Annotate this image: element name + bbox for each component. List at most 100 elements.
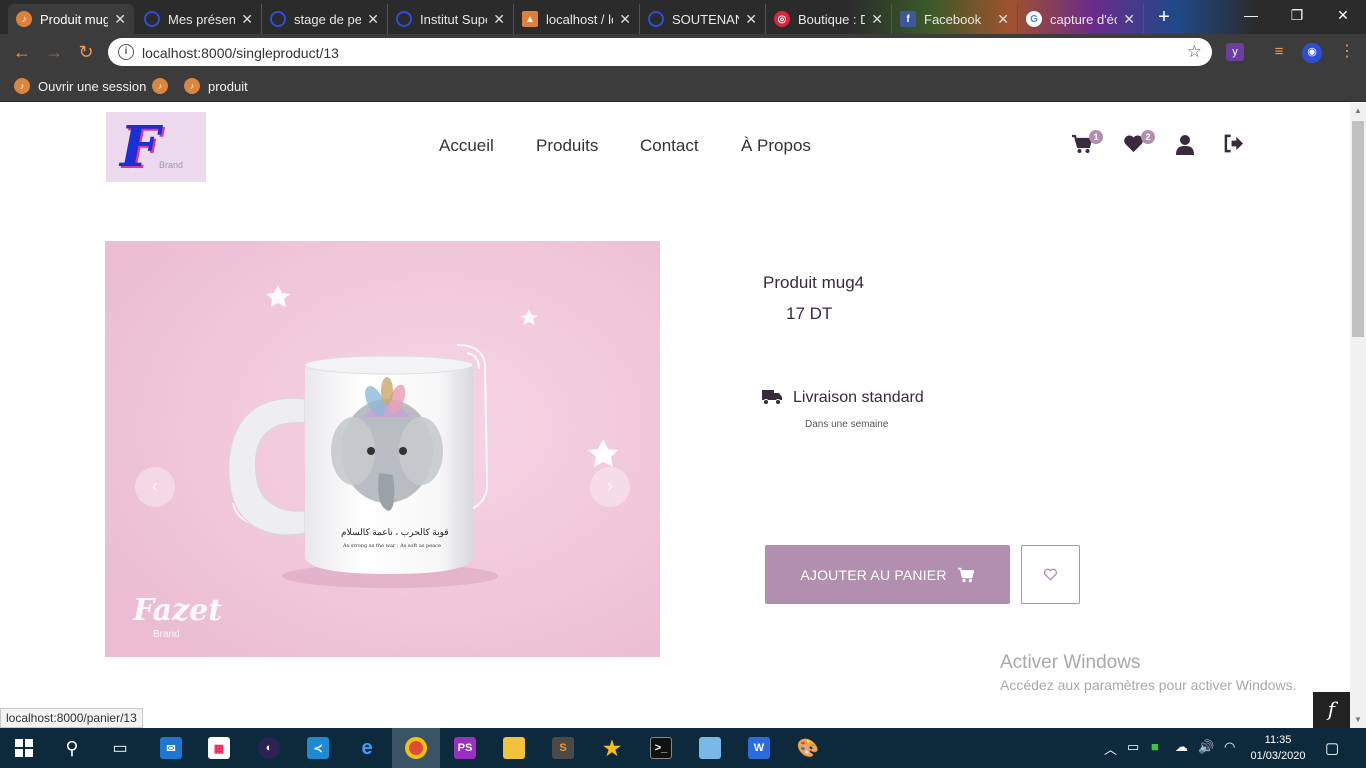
close-icon[interactable]: ✕	[367, 11, 379, 28]
address-url[interactable]: localhost:8000/singleproduct/13	[142, 45, 339, 61]
close-icon[interactable]: ✕	[745, 11, 757, 28]
phpmyadmin-favicon-icon: ▲	[522, 11, 538, 27]
new-tab-button[interactable]: +	[1152, 6, 1176, 30]
reload-icon[interactable]: ↻	[74, 40, 98, 64]
forward-arrow-icon[interactable]: →	[42, 40, 66, 64]
close-icon[interactable]: ✕	[871, 11, 883, 28]
nav-a-propos[interactable]: À Propos	[741, 136, 811, 156]
tab-soutenance[interactable]: SOUTENANCE ✕	[640, 4, 766, 34]
taskbar-paint[interactable]: 🎨	[784, 728, 832, 768]
nav-accueil[interactable]: Accueil	[439, 136, 494, 156]
notification-icon[interactable]: ▢	[1325, 739, 1339, 757]
close-icon[interactable]: ✕	[114, 11, 126, 28]
nav-contact[interactable]: Contact	[640, 136, 699, 156]
task-view-icon: ▭	[112, 740, 128, 757]
carousel-prev-button[interactable]: ‹	[135, 467, 175, 507]
clock-date: 01/03/2020	[1250, 750, 1306, 762]
close-icon[interactable]: ✕	[997, 11, 1009, 28]
tab-google[interactable]: G capture d'écran ✕	[1018, 4, 1144, 34]
taskbar-explorer[interactable]	[490, 728, 538, 768]
tab-stage[interactable]: stage de perfectionnement ✕	[262, 4, 388, 34]
search-button[interactable]: ⚲	[48, 728, 96, 768]
symfony-toolbar-button[interactable]: f	[1313, 692, 1350, 728]
tab-institut[interactable]: Institut Supérieur ✕	[388, 4, 514, 34]
add-to-cart-button[interactable]: AJOUTER AU PANIER	[765, 545, 1010, 604]
truck-icon	[762, 390, 782, 405]
add-to-wishlist-button[interactable]	[1021, 545, 1080, 604]
onedrive-icon[interactable]: ☁	[1175, 739, 1188, 755]
image-watermark-sub: Brand	[153, 629, 180, 640]
taskbar-chrome[interactable]	[392, 728, 440, 768]
wifi-icon[interactable]: ◠	[1224, 739, 1235, 755]
account-button[interactable]	[1175, 134, 1195, 160]
address-bar[interactable]: i localhost:8000/singleproduct/13 ☆	[108, 38, 1212, 66]
site-logo[interactable]: F Brand	[106, 112, 206, 182]
wishlist-button[interactable]: 2	[1123, 130, 1155, 158]
tab-label: localhost / localhost	[546, 11, 613, 27]
scroll-up-icon[interactable]: ▲	[1350, 103, 1366, 119]
tab-phpmyadmin[interactable]: ▲ localhost / localhost ✕	[514, 4, 640, 34]
scroll-down-icon[interactable]: ▼	[1350, 712, 1366, 728]
info-icon[interactable]: i	[118, 44, 134, 60]
carousel-next-button[interactable]: ›	[590, 467, 630, 507]
playlist-icon[interactable]: ≡	[1270, 43, 1288, 61]
minimize-button[interactable]: —	[1228, 0, 1274, 32]
tab-facebook[interactable]: f Facebook ✕	[892, 4, 1018, 34]
user-icon	[1176, 135, 1194, 155]
tab-produit-mug4[interactable]: ♪ Produit mug4 ✕	[8, 4, 134, 34]
taskbar-mail[interactable]: ✉	[147, 728, 195, 768]
shield-tray-icon[interactable]: ■	[1151, 739, 1159, 754]
taskbar-word[interactable]: W	[735, 728, 783, 768]
page-scrollbar[interactable]: ▲ ▼	[1350, 103, 1366, 728]
close-icon[interactable]: ✕	[493, 11, 505, 28]
tab-mes-presentations[interactable]: Mes présentations ✕	[136, 4, 262, 34]
word-icon: W	[748, 737, 770, 759]
bookmark-produit[interactable]: ♪ produit	[184, 77, 248, 95]
scrollbar-thumb[interactable]	[1352, 121, 1364, 337]
taskbar-sublime[interactable]: S	[539, 728, 587, 768]
sign-out-icon	[1224, 134, 1243, 153]
globe-favicon-icon	[270, 11, 286, 27]
symfony-favicon-icon: ♪	[16, 11, 32, 27]
taskbar-clock[interactable]: 11:35 01/03/2020	[1246, 732, 1310, 764]
menu-dots-icon[interactable]: ⋮	[1338, 43, 1356, 61]
taskbar-edge[interactable]: e	[343, 728, 391, 768]
battery-icon[interactable]: ▭	[1127, 739, 1139, 755]
task-view-button[interactable]: ▭	[96, 728, 144, 768]
tab-label: SOUTENANCE	[672, 11, 739, 27]
taskbar-store[interactable]: ▦	[195, 728, 243, 768]
logout-button[interactable]	[1223, 134, 1244, 158]
product-image-carousel: قوية كالحرب ، ناعمة كالسلام As strong as…	[105, 241, 660, 657]
wishlist-count-badge: 2	[1141, 130, 1155, 144]
taskbar-eclipse[interactable]: ◐	[245, 728, 293, 768]
start-button[interactable]	[0, 728, 48, 768]
taskbar-app-star[interactable]: ★	[588, 728, 636, 768]
taskbar-phpstorm[interactable]: PS	[441, 728, 489, 768]
activate-title: Activer Windows	[1000, 652, 1141, 673]
bookmarks-bar: ♪ Ouvrir une session ♪ ♪ produit	[0, 70, 1366, 102]
status-bar-url: localhost:8000/panier/13	[0, 708, 143, 728]
bookmark-unnamed[interactable]: ♪	[152, 77, 176, 95]
terminal-icon: >_	[650, 737, 672, 759]
close-icon[interactable]: ✕	[241, 11, 253, 28]
cart-button[interactable]: 1	[1071, 130, 1103, 159]
nav-produits[interactable]: Produits	[536, 136, 598, 156]
tab-label: stage de perfectionnement	[294, 11, 362, 27]
extension-icon[interactable]: y	[1226, 43, 1244, 61]
close-icon[interactable]: ✕	[1123, 11, 1135, 28]
maximize-button[interactable]: ❐	[1274, 0, 1320, 32]
tray-chevron-icon[interactable]: ︿	[1104, 739, 1117, 758]
phpstorm-icon: PS	[454, 737, 476, 759]
tab-boutique[interactable]: ◎ Boutique : Découvrez ✕	[766, 4, 892, 34]
back-arrow-icon[interactable]: ←	[10, 40, 34, 64]
bookmark-star-icon[interactable]: ☆	[1187, 42, 1202, 62]
volume-icon[interactable]: 🔊	[1198, 739, 1214, 755]
taskbar-app-blue[interactable]	[686, 728, 734, 768]
taskbar-vscode[interactable]: ≺	[294, 728, 342, 768]
logo-word: Brand	[159, 160, 184, 170]
taskbar-terminal[interactable]: >_	[637, 728, 685, 768]
window-close-button[interactable]: ✕	[1320, 0, 1366, 32]
bookmark-ouvrir-session[interactable]: ♪ Ouvrir une session	[14, 77, 146, 95]
profile-avatar-icon[interactable]: ◉	[1302, 43, 1322, 63]
close-icon[interactable]: ✕	[619, 11, 631, 28]
